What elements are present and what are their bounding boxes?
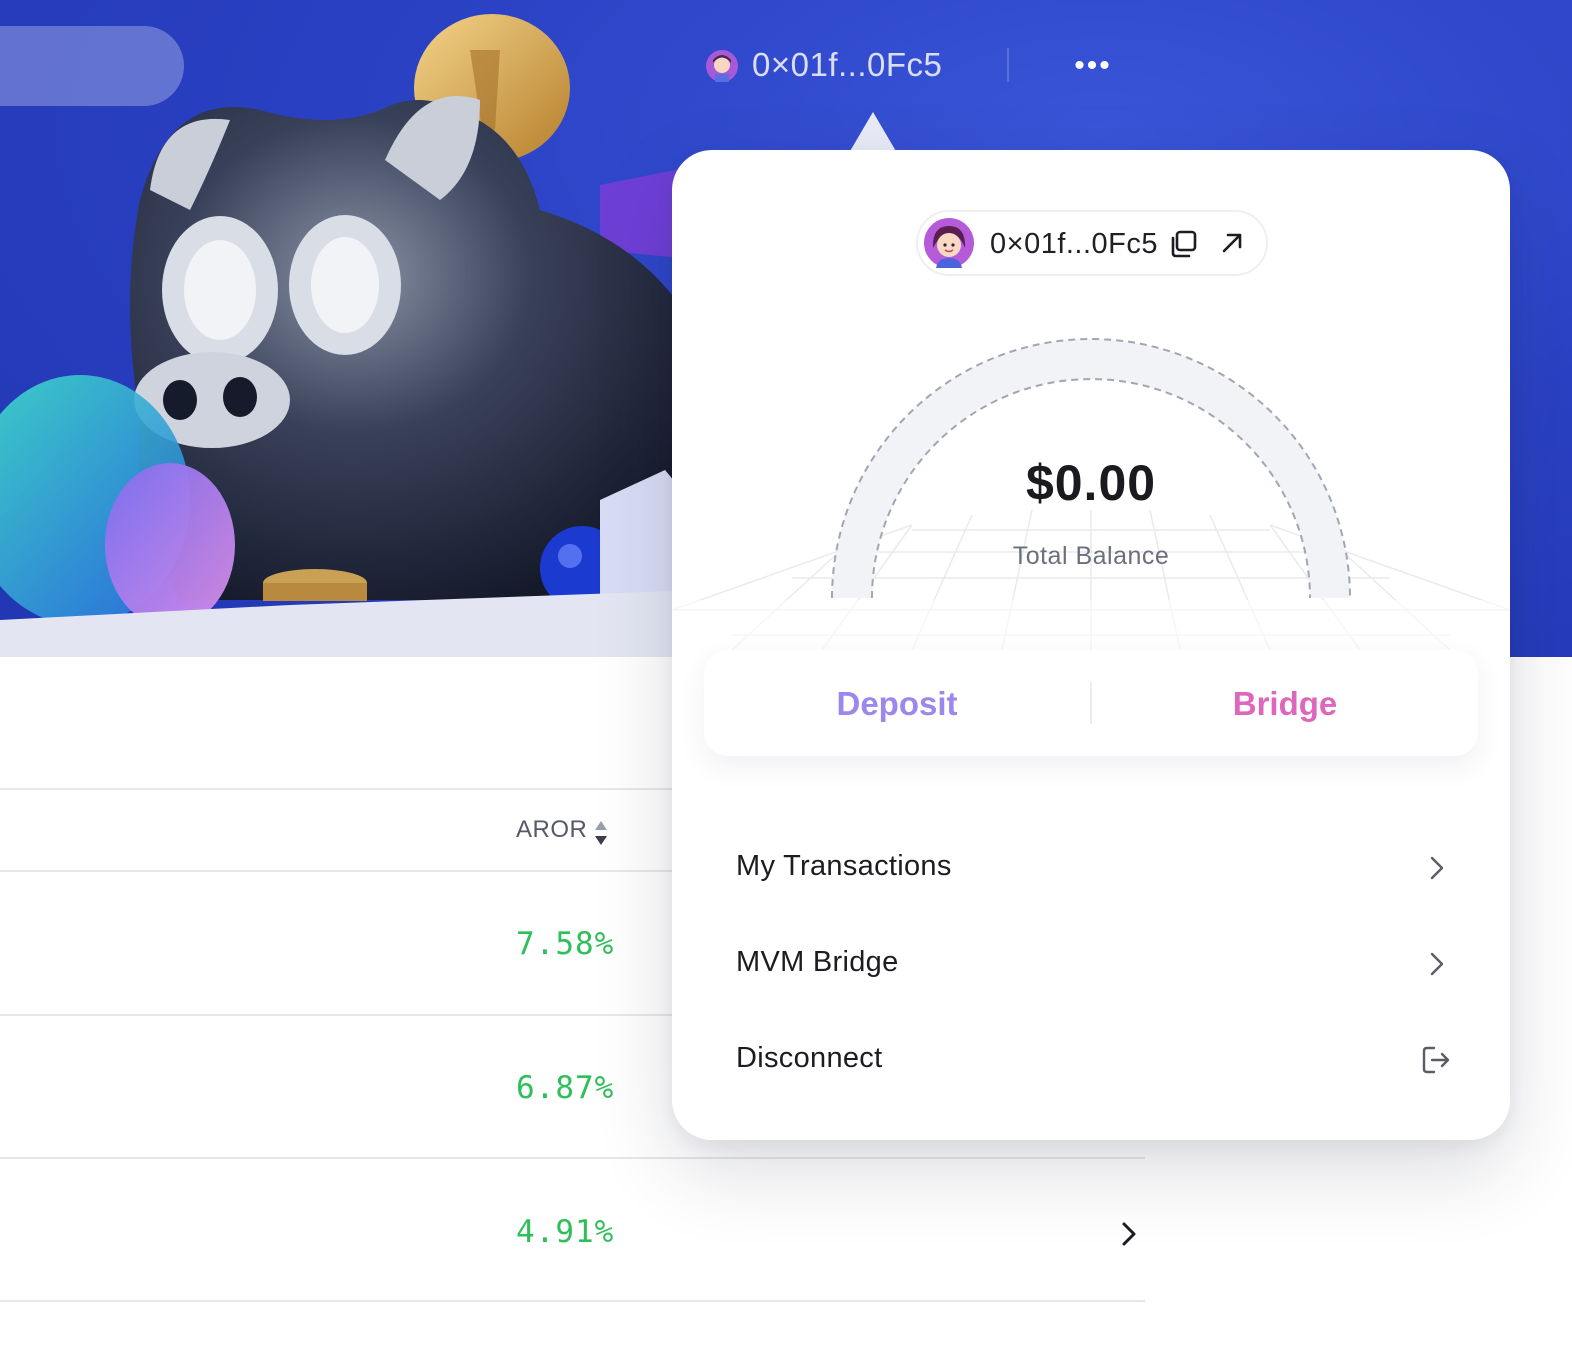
header-divider <box>1007 48 1009 82</box>
total-balance-label: Total Balance <box>1012 542 1170 570</box>
menu-item-disconnect[interactable]: Disconnect <box>736 1024 1452 1094</box>
avatar-icon <box>924 218 974 268</box>
copy-icon[interactable] <box>1168 229 1198 259</box>
bridge-button[interactable]: Bridge <box>1092 650 1478 756</box>
chevron-right-icon[interactable] <box>1116 1218 1142 1250</box>
table-divider <box>0 1014 680 1016</box>
external-link-icon[interactable] <box>1218 229 1246 257</box>
menu-item-my-transactions[interactable]: My Transactions <box>736 832 1452 902</box>
menu-item-label: My Transactions <box>736 850 952 882</box>
menu-item-mvm-bridge[interactable]: MVM Bridge <box>736 928 1452 998</box>
table-row-rate: 6.87% <box>516 1070 615 1106</box>
table-divider <box>0 870 680 872</box>
menu-item-label: MVM Bridge <box>736 946 899 978</box>
table-divider <box>0 788 680 790</box>
menu-item-label: Disconnect <box>736 1042 883 1074</box>
logout-icon <box>1422 1046 1450 1074</box>
total-balance-value: $0.00 <box>1025 455 1157 511</box>
table-divider <box>0 1157 1145 1159</box>
table-row-rate: 7.58% <box>516 926 615 962</box>
avatar-icon[interactable] <box>706 50 738 82</box>
wallet-actions: Deposit Bridge <box>704 650 1478 756</box>
deposit-button[interactable]: Deposit <box>704 650 1090 756</box>
chevron-right-icon <box>1430 952 1444 976</box>
header-wallet-address[interactable]: 0×01f...0Fc5 <box>752 46 942 84</box>
wallet-popover: 0×01f...0Fc5 $0.00 Total Balance Deposit… <box>672 150 1510 1140</box>
table-row-rate: 4.91% <box>516 1214 615 1250</box>
chevron-right-icon <box>1430 856 1444 880</box>
column-header-aror[interactable]: AROR <box>516 816 587 844</box>
more-menu-icon[interactable]: ••• <box>1072 46 1114 86</box>
table-divider <box>0 1300 1145 1302</box>
piggy-bank-illustration <box>0 14 700 657</box>
sort-icon[interactable] <box>593 819 609 847</box>
address-chip: 0×01f...0Fc5 <box>916 210 1268 276</box>
wallet-address: 0×01f...0Fc5 <box>990 228 1159 260</box>
